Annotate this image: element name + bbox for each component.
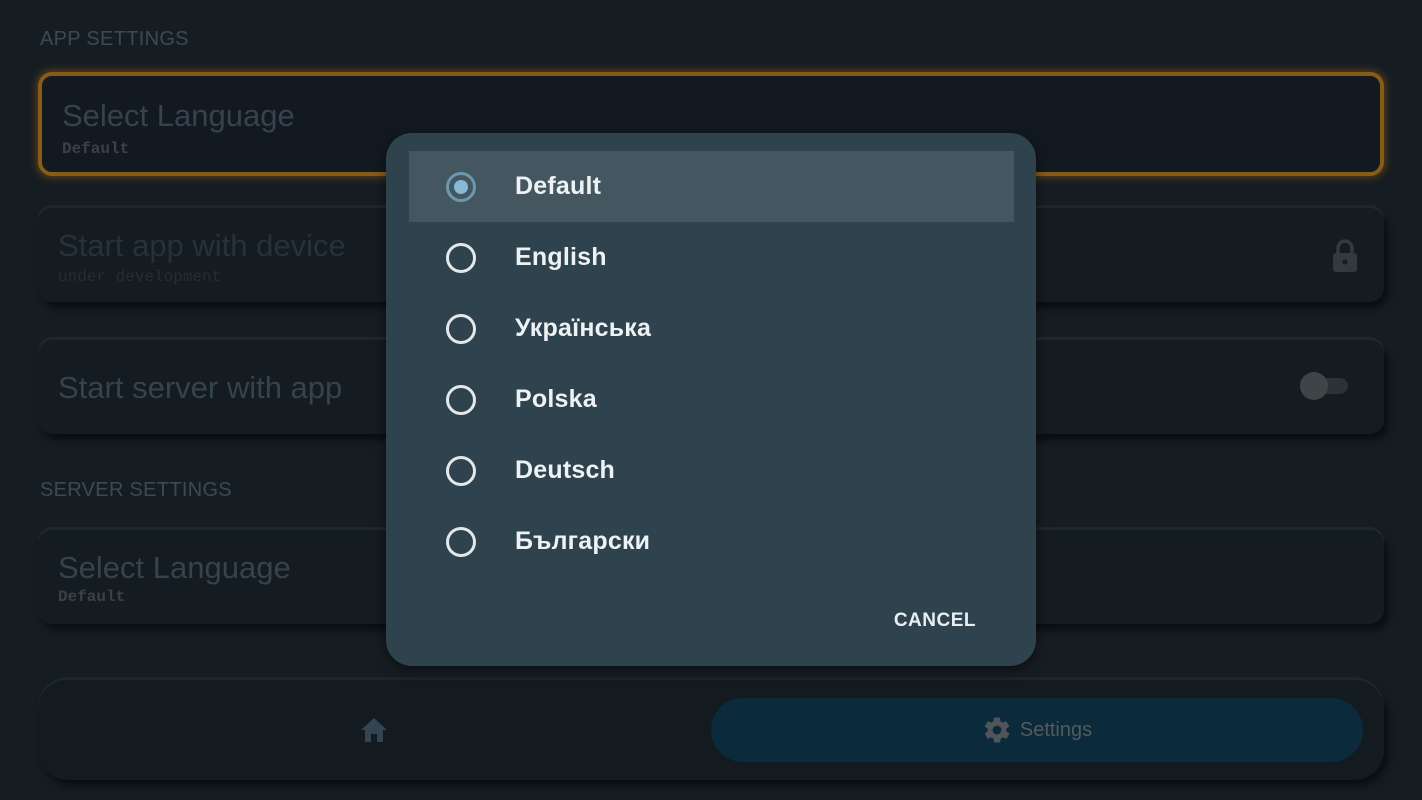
language-option-label: Български (515, 527, 651, 555)
language-option-label: Default (515, 172, 602, 200)
start-server-with-app-title: Start server with app (58, 370, 343, 405)
nav-home-button[interactable] (38, 680, 710, 780)
radio-button[interactable] (446, 313, 476, 344)
language-option-english[interactable]: English (409, 222, 1014, 293)
language-dialog: Default English Українська Polska Deutsc… (386, 133, 1036, 666)
gear-icon (984, 717, 1010, 743)
settings-screen: APP SETTINGS Select Language Default Sta… (0, 0, 1422, 800)
app-settings-header: APP SETTINGS (40, 28, 189, 50)
language-option-label: Deutsch (515, 456, 616, 484)
radio-button[interactable] (446, 526, 476, 557)
start-app-with-device-title: Start app with device (58, 228, 346, 263)
bottom-navigation: Settings (38, 680, 1384, 780)
radio-button[interactable] (446, 384, 476, 415)
server-select-language-title: Select Language (58, 550, 291, 585)
language-option-bulgarian[interactable]: Български (409, 506, 1014, 577)
start-server-toggle[interactable] (1300, 372, 1350, 400)
language-option-ukrainian[interactable]: Українська (409, 293, 1014, 364)
app-select-language-title: Select Language (62, 98, 295, 133)
language-option-polish[interactable]: Polska (409, 364, 1014, 435)
language-option-label: Українська (515, 314, 652, 342)
nav-settings-label: Settings (1019, 718, 1093, 741)
lock-icon (1333, 239, 1357, 272)
radio-button-checked[interactable] (446, 171, 476, 202)
server-select-language-value: Default (58, 588, 126, 606)
language-option-label: Polska (515, 385, 597, 413)
radio-button[interactable] (446, 242, 476, 273)
language-option-german[interactable]: Deutsch (409, 435, 1014, 506)
start-app-with-device-subtitle: under development (58, 268, 222, 286)
app-select-language-value: Default (62, 140, 130, 158)
cancel-button[interactable]: CANCEL (890, 606, 980, 636)
home-icon (361, 718, 387, 742)
language-option-label: English (515, 243, 607, 271)
language-option-default[interactable]: Default (409, 151, 1014, 222)
radio-button[interactable] (446, 455, 476, 486)
server-settings-header: SERVER SETTINGS (40, 479, 232, 501)
nav-settings-button[interactable]: Settings (711, 698, 1363, 762)
toggle-thumb (1300, 372, 1328, 400)
